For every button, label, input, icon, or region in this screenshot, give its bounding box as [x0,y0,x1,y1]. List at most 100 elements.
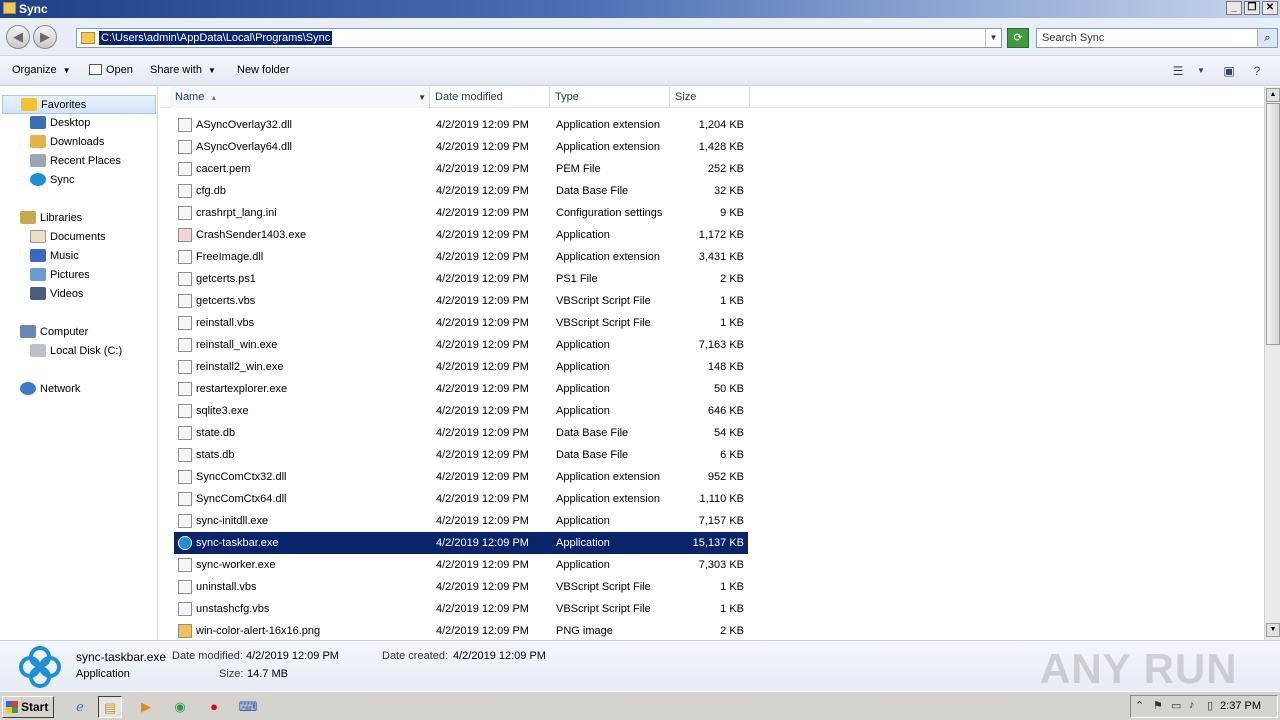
file-row[interactable]: sync-initdll.exe 4/2/2019 12:09 PM Applica… [174,510,748,532]
file-row[interactable]: sync-taskbar.exe 4/2/2019 12:09 PM Applica… [174,532,748,554]
details-created-label: Date created: [382,650,449,662]
minimize-button[interactable]: _ [1226,1,1242,15]
start-button[interactable]: Start [2,696,54,718]
file-row[interactable]: cacert.pem 4/2/2019 12:09 PM PEM File 252 K… [174,158,748,180]
address-bar[interactable]: C:\Users\admin\AppData\Local\Programs\Sy… [76,28,1002,48]
chevron-down-icon[interactable]: ▼ [985,29,1001,47]
file-row[interactable]: getcerts.ps1 4/2/2019 12:09 PM PS1 File 2 K… [174,268,748,290]
scroll-down-icon[interactable]: ▼ [1266,623,1280,637]
details-file-name: sync-taskbar.exe [76,650,167,664]
file-row[interactable]: FreeImage.dll 4/2/2019 12:09 PM Applicatio… [174,246,748,268]
nav-videos[interactable]: Videos [30,285,83,304]
file-name: CrashSender1403.exe [196,229,307,241]
organize-button[interactable]: Organize ▼ [12,64,71,76]
file-row[interactable]: stats.db 4/2/2019 12:09 PM Data Base File 6… [174,444,748,466]
refresh-icon[interactable]: ⟳ [1007,28,1029,48]
chevron-down-icon[interactable]: ▼ [418,87,426,108]
opera-icon[interactable]: ● [202,696,226,718]
share-with-label: Share with [150,64,202,76]
ini-file-icon [178,206,192,220]
power-icon[interactable]: ▯ [1207,699,1213,712]
db-file-icon [178,184,192,198]
clock[interactable]: 2:37 PM [1220,700,1261,712]
chrome-icon[interactable]: ◉ [168,696,192,718]
nav-computer[interactable]: Computer [20,323,88,342]
internet-explorer-icon[interactable]: ℯ [68,696,92,718]
scrollbar-thumb[interactable] [1266,103,1280,345]
volume-icon[interactable]: ♪ [1189,699,1195,711]
file-row[interactable]: reinstall.vbs 4/2/2019 12:09 PM VBScript S… [174,312,748,334]
restore-button[interactable]: ❐ [1244,1,1260,15]
nav-libraries[interactable]: Libraries [20,209,82,228]
vertical-scrollbar[interactable]: ▲ ▼ [1264,87,1280,640]
column-header-date[interactable]: Date modified [430,87,550,108]
system-tray: ⌃ ⚑ ▭ ♪ ▯ 2:37 PM [1130,695,1278,718]
column-header-size[interactable]: Size [670,87,750,108]
details-file-type: Application [76,668,130,680]
keyboard-icon[interactable]: ⌨ [236,696,260,718]
network-tray-icon[interactable]: ▭ [1171,699,1181,712]
nav-favorites[interactable]: Favorites [2,95,156,114]
nav-pictures[interactable]: Pictures [30,266,90,285]
sort-up-icon: ▲ [210,95,218,102]
file-row[interactable]: sync-worker.exe 4/2/2019 12:09 PM Applicat… [174,554,748,576]
file-size: 1 KB [720,317,744,329]
nav-recent-places[interactable]: Recent Places [30,152,121,171]
view-options-icon[interactable]: ☰ [1168,62,1188,80]
help-icon[interactable]: ? [1247,62,1267,80]
nav-downloads[interactable]: Downloads [30,133,104,152]
back-button[interactable]: ◀ [6,25,30,49]
details-created-value: 4/2/2019 12:09 PM [453,650,546,662]
column-header-name[interactable]: Name ▲ ▼ [170,87,430,108]
nav-documents[interactable]: Documents [30,228,106,247]
close-button[interactable]: ✕ [1262,1,1278,15]
dll-icon [178,470,192,484]
scroll-up-icon[interactable]: ▲ [1266,88,1280,102]
file-date: 4/2/2019 12:09 PM [436,493,529,505]
chevron-down-icon[interactable]: ▼ [1194,62,1208,80]
new-folder-button[interactable]: New folder [237,64,290,76]
file-row[interactable]: reinstall2_win.exe 4/2/2019 12:09 PM Appli… [174,356,748,378]
show-hidden-icons[interactable]: ⌃ [1135,699,1144,712]
nav-local-disk[interactable]: Local Disk (C:) [30,342,122,361]
explorer-icon[interactable]: ▤ [98,696,122,718]
file-row[interactable]: ASyncOverlay64.dll 4/2/2019 12:09 PM Appli… [174,136,748,158]
nav-desktop[interactable]: Desktop [30,114,90,133]
file-row[interactable]: crashrpt_lang.ini 4/2/2019 12:09 PM Config… [174,202,748,224]
file-row[interactable]: reinstall_win.exe 4/2/2019 12:09 PM Applic… [174,334,748,356]
file-row[interactable]: SyncComCtx64.dll 4/2/2019 12:09 PM Applica… [174,488,748,510]
column-size-label: Size [675,91,697,103]
file-date: 4/2/2019 12:09 PM [436,515,529,527]
share-with-button[interactable]: Share with ▼ [150,64,216,76]
file-row[interactable]: unstashcfg.vbs 4/2/2019 12:09 PM VBScript … [174,598,748,620]
sync-icon [30,173,46,186]
file-row[interactable]: cfg.db 4/2/2019 12:09 PM Data Base File 32 … [174,180,748,202]
nav-network[interactable]: Network [20,380,80,399]
file-row[interactable]: CrashSender1403.exe 4/2/2019 12:09 PM Appl… [174,224,748,246]
action-center-icon[interactable]: ⚑ [1153,699,1163,712]
nav-music[interactable]: Music [30,247,79,266]
forward-button[interactable]: ▶ [33,25,57,49]
preview-pane-icon[interactable]: ▣ [1219,62,1239,80]
address-path[interactable]: C:\Users\admin\AppData\Local\Programs\Sy… [99,31,333,45]
search-icon[interactable]: ⌕ [1257,29,1277,47]
file-name: cfg.db [196,185,226,197]
file-row[interactable]: win-color-alert-16x16.png 4/2/2019 12:09 … [174,620,748,640]
media-player-icon[interactable]: ▶ [134,696,158,718]
file-row[interactable]: SyncComCtx32.dll 4/2/2019 12:09 PM Applica… [174,466,748,488]
file-row[interactable]: uninstall.vbs 4/2/2019 12:09 PM VBScript S… [174,576,748,598]
disk-icon [30,344,46,357]
search-input[interactable]: Search Sync ⌕ [1036,28,1278,48]
file-row[interactable]: restartexplorer.exe 4/2/2019 12:09 PM Appl… [174,378,748,400]
file-type: Application [556,537,610,549]
file-row[interactable]: ASyncOverlay32.dll 4/2/2019 12:09 PM Appli… [174,114,748,136]
file-size: 1,172 KB [698,229,744,241]
exe-icon [178,382,192,396]
nav-sync[interactable]: Sync [30,171,74,190]
open-button[interactable]: Open [89,64,133,76]
file-row[interactable]: sqlite3.exe 4/2/2019 12:09 PM Application 6… [174,400,748,422]
column-header-type[interactable]: Type [550,87,670,108]
command-bar: Organize ▼ Open Share with ▼ New folder ☰ … [0,56,1280,86]
file-row[interactable]: state.db 4/2/2019 12:09 PM Data Base File 5… [174,422,748,444]
file-row[interactable]: getcerts.vbs 4/2/2019 12:09 PM VBScript Sc… [174,290,748,312]
